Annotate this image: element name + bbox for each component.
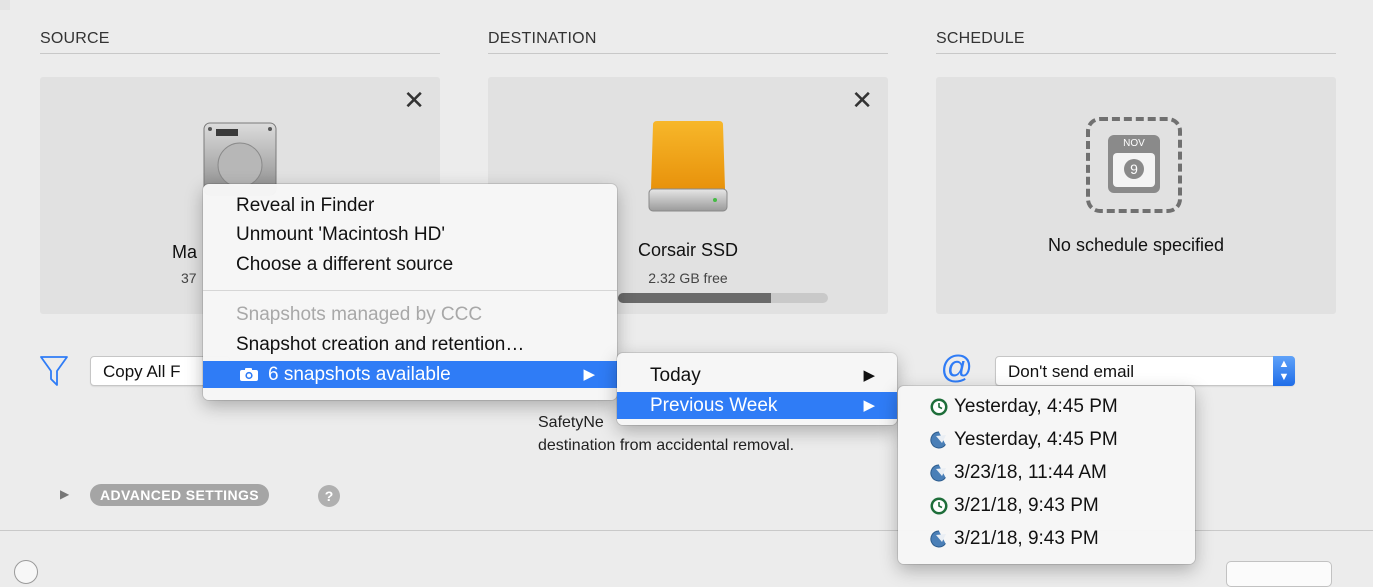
source-context-menu: Reveal in Finder Unmount 'Macintosh HD' … — [203, 184, 617, 400]
submenu-today-label: Today — [650, 365, 701, 386]
menu-separator — [203, 290, 617, 291]
schedule-header: SCHEDULE — [936, 30, 1025, 47]
disclosure-triangle-icon[interactable]: ▶ — [60, 487, 69, 501]
destination-header: DESTINATION — [488, 30, 597, 47]
snapshot-item[interactable]: 3/23/18, 11:44 AM — [898, 459, 1195, 486]
safetynet-line-1: SafetyNe — [538, 414, 604, 431]
submenu-today[interactable]: Today ▶ — [617, 362, 897, 389]
menu-reveal-in-finder[interactable]: Reveal in Finder — [203, 192, 617, 219]
filter-popup-value: Copy All F — [103, 362, 181, 381]
safetynet-line-2: destination from accidental removal. — [538, 437, 795, 454]
advanced-settings-button[interactable]: ADVANCED SETTINGS — [90, 484, 269, 506]
calendar-page: 9 — [1113, 153, 1155, 187]
destination-usage-bar — [618, 293, 828, 303]
submenu-arrow-icon: ▶ — [583, 366, 595, 383]
submenu-previous-week[interactable]: Previous Week ▶ — [617, 392, 897, 419]
source-header: SOURCE — [40, 30, 110, 47]
email-popup-value: Don't send email — [1008, 362, 1135, 381]
email-at-icon: @ — [940, 349, 973, 385]
snapshot-item-label: Yesterday, 4:45 PM — [954, 396, 1118, 417]
calendar-day: 9 — [1124, 159, 1144, 179]
ccc-icon — [930, 431, 946, 449]
destination-header-rule — [488, 53, 888, 54]
time-machine-icon — [930, 497, 948, 515]
snapshot-item-label: 3/21/18, 9:43 PM — [954, 495, 1099, 516]
source-header-rule — [40, 53, 440, 54]
snapshot-list-menu: Yesterday, 4:45 PM Yesterday, 4:45 PM 3/23… — [898, 386, 1195, 564]
snapshot-item-label: Yesterday, 4:45 PM — [954, 429, 1118, 450]
destination-usage-fill — [618, 293, 772, 303]
time-machine-icon — [930, 398, 948, 416]
schedule-status: No schedule specified — [1047, 235, 1225, 255]
footer-help-circle[interactable] — [14, 560, 38, 584]
menu-choose-source[interactable]: Choose a different source — [203, 251, 617, 278]
window-edge — [0, 0, 10, 10]
snapshot-item[interactable]: Yesterday, 4:45 PM — [898, 426, 1195, 453]
popup-stepper-icon: ▲ ▼ — [1273, 356, 1295, 386]
menu-snapshots-header: Snapshots managed by CCC — [236, 304, 483, 325]
menu-snapshots-available[interactable]: 6 snapshots available ▶ — [203, 361, 617, 388]
footer-button[interactable] — [1226, 561, 1332, 587]
schedule-panel[interactable]: NOV 9 No schedule specified — [936, 77, 1336, 314]
snapshot-item-label: 3/21/18, 9:43 PM — [954, 528, 1099, 549]
snapshot-item[interactable]: Yesterday, 4:45 PM — [898, 393, 1195, 420]
calendar-icon: NOV 9 — [1108, 135, 1160, 193]
ccc-icon — [930, 464, 946, 482]
submenu-arrow-icon: ▶ — [863, 367, 875, 384]
camera-icon — [240, 368, 258, 381]
calendar-month: NOV — [1123, 138, 1145, 149]
ccc-icon — [930, 530, 946, 548]
filter-funnel-icon[interactable] — [39, 355, 69, 387]
source-volume-name: Ma — [172, 242, 198, 262]
snapshot-item[interactable]: 3/21/18, 9:43 PM — [898, 525, 1195, 552]
snapshots-submenu: Today ▶ Previous Week ▶ — [617, 353, 897, 425]
menu-snapshot-settings[interactable]: Snapshot creation and retention… — [203, 331, 617, 358]
menu-unmount[interactable]: Unmount 'Macintosh HD' — [203, 221, 617, 248]
help-button[interactable]: ? — [318, 485, 340, 507]
schedule-header-rule — [936, 53, 1336, 54]
submenu-previous-week-label: Previous Week — [650, 395, 778, 416]
submenu-arrow-icon: ▶ — [863, 397, 875, 414]
email-popup[interactable]: Don't send email ▲ ▼ — [995, 356, 1295, 386]
destination-close-icon[interactable]: ✕ — [851, 87, 873, 113]
snapshot-item-label: 3/23/18, 11:44 AM — [954, 462, 1107, 483]
ssd-drive-icon — [648, 121, 728, 212]
source-volume-size: 37 — [181, 270, 197, 286]
source-close-icon[interactable]: ✕ — [403, 87, 425, 113]
snapshot-item[interactable]: 3/21/18, 9:43 PM — [898, 492, 1195, 519]
menu-snapshots-available-label: 6 snapshots available — [268, 364, 451, 385]
